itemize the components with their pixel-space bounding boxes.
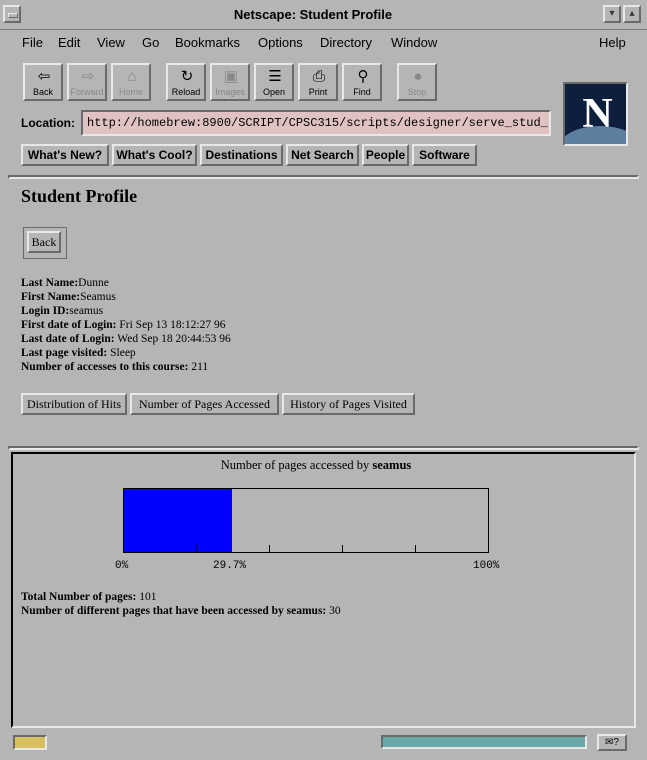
menu-edit[interactable]: Edit <box>58 35 80 50</box>
tick-mark <box>196 545 197 553</box>
info-first-login: First date of Login: Fri Sep 13 18:12:27… <box>21 319 226 331</box>
images-toolbar-button[interactable]: ▣ Images <box>210 63 250 101</box>
menu-bar: File Edit View Go Bookmarks Options Dire… <box>10 30 637 54</box>
printer-icon: ⎙ <box>312 68 325 85</box>
forward-toolbar-button[interactable]: ⇨ Forward <box>67 63 107 101</box>
reload-icon: ↻ <box>180 68 194 85</box>
window-menu-button[interactable] <box>3 5 21 23</box>
menu-help[interactable]: Help <box>599 35 626 50</box>
info-login-id: Login ID:seamus <box>21 305 104 317</box>
location-label: Location: <box>21 116 75 130</box>
distribution-of-hits-button[interactable]: Distribution of Hits <box>21 393 127 415</box>
home-icon: ⌂ <box>127 68 137 85</box>
title-bar: Netscape: Student Profile ▾ ▴ <box>0 0 647 30</box>
back-arrow-icon: ⇦ <box>37 68 51 85</box>
menu-options[interactable]: Options <box>258 35 303 50</box>
find-toolbar-button[interactable]: ⚲ Find <box>342 63 382 101</box>
bar-fill <box>124 489 232 552</box>
tick-mark <box>415 545 416 553</box>
reload-toolbar-button[interactable]: ↻ Reload <box>166 63 206 101</box>
destinations-button[interactable]: Destinations <box>200 144 283 166</box>
stop-icon: ● <box>413 68 423 85</box>
window-title: Netscape: Student Profile <box>233 7 393 22</box>
forward-arrow-icon: ⇨ <box>81 68 95 85</box>
location-url-field[interactable]: http://homebrew:8900/SCRIPT/CPSC315/scri… <box>81 110 551 136</box>
tick-label-value: 29.7% <box>213 560 247 572</box>
menu-file[interactable]: File <box>22 35 43 50</box>
info-access-count: Number of accesses to this course: 211 <box>21 361 209 373</box>
tick-mark <box>342 545 343 553</box>
security-key-icon[interactable] <box>13 735 47 750</box>
whats-new-button[interactable]: What's New? <box>21 144 109 166</box>
maximize-icon: ▴ <box>629 8 635 19</box>
images-icon: ▣ <box>223 68 239 85</box>
maximize-button[interactable]: ▴ <box>623 5 641 23</box>
menu-bookmarks[interactable]: Bookmarks <box>175 35 240 50</box>
menu-window[interactable]: Window <box>391 35 437 50</box>
history-of-pages-visited-button[interactable]: History of Pages Visited <box>282 393 415 415</box>
chart-title: Number of pages accessed by seamus <box>220 458 412 472</box>
distinct-pages-line: Number of different pages that have been… <box>21 605 341 617</box>
minimize-icon: ▾ <box>609 8 615 19</box>
stop-toolbar-button[interactable]: ● Stop <box>397 63 437 101</box>
menu-go[interactable]: Go <box>142 35 159 50</box>
open-icon: ☰ <box>268 68 282 85</box>
netscape-logo[interactable]: N <box>563 82 628 146</box>
content-divider <box>8 175 639 179</box>
print-toolbar-button[interactable]: ⎙ Print <box>298 63 338 101</box>
back-page-button[interactable]: Back <box>27 231 61 253</box>
tick-label-max: 100% <box>473 560 500 572</box>
minimize-button[interactable]: ▾ <box>603 5 621 23</box>
info-last-name: Last Name:Dunne <box>21 277 109 289</box>
number-of-pages-accessed-button[interactable]: Number of Pages Accessed <box>130 393 279 415</box>
back-page-button-outer: Back <box>23 227 67 259</box>
netscape-n-icon: N <box>582 91 613 137</box>
whats-cool-button[interactable]: What's Cool? <box>112 144 197 166</box>
page-title: Student Profile <box>21 186 138 206</box>
people-button[interactable]: People <box>362 144 409 166</box>
info-last-page: Last page visited: Sleep <box>21 347 136 359</box>
progress-bar <box>381 735 587 749</box>
menu-view[interactable]: View <box>97 35 125 50</box>
open-toolbar-button[interactable]: ☰ Open <box>254 63 294 101</box>
info-last-login: Last date of Login: Wed Sep 18 20:44:53 … <box>21 333 231 345</box>
mail-icon[interactable]: ✉? <box>597 734 627 751</box>
total-pages-line: Total Number of pages: 101 <box>21 591 157 603</box>
net-search-button[interactable]: Net Search <box>286 144 359 166</box>
back-toolbar-button[interactable]: ⇦ Back <box>23 63 63 101</box>
software-button[interactable]: Software <box>412 144 477 166</box>
tick-mark <box>269 545 270 553</box>
home-toolbar-button[interactable]: ⌂ Home <box>111 63 151 101</box>
menu-directory[interactable]: Directory <box>320 35 372 50</box>
binoculars-icon: ⚲ <box>357 68 369 85</box>
info-first-name: First Name:Seamus <box>21 291 116 303</box>
frame-divider[interactable] <box>8 446 639 450</box>
tick-label-min: 0% <box>115 560 129 572</box>
